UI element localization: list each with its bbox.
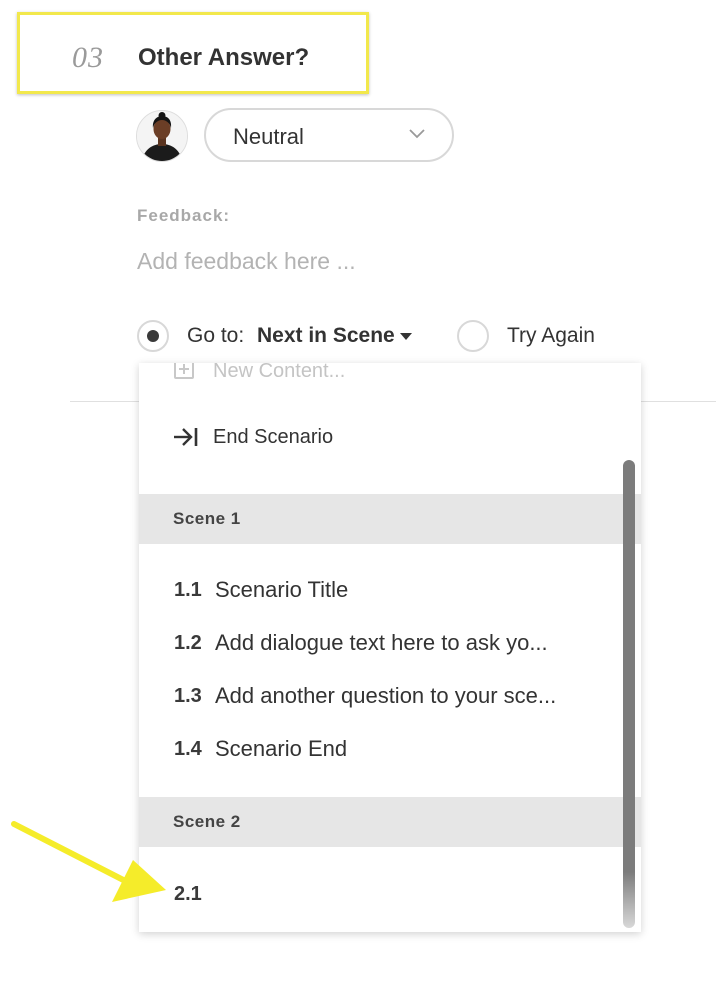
scene-header: Scene 2 [139,797,641,847]
question-title[interactable]: Other Answer? [138,44,309,72]
scene-item-number: 1.1 [174,579,202,601]
goto-label: Go to: [187,324,245,347]
scene-item[interactable]: 1.1 Scenario Title [139,568,619,608]
scene-item-number: 2.1 [174,883,202,905]
try-again-label[interactable]: Try Again [507,324,595,348]
caret-down-icon[interactable] [400,333,412,340]
scene-item-text: Add another question to your sce... [215,683,557,708]
annotation-arrow-icon [11,821,166,902]
scene-item-text: Add dialogue text here to ask yo... [215,630,548,655]
dropdown-scrollbar[interactable] [623,460,635,928]
question-header: 03 Other Answer? [17,12,369,94]
character-avatar[interactable] [136,110,188,162]
scene-header: Scene 1 [139,494,641,544]
goto-target-select[interactable]: Next in Scene [257,324,395,348]
new-content-label: New Content... [213,363,346,382]
feedback-input[interactable] [137,245,637,277]
feedback-label: Feedback: [137,206,231,225]
emotion-select-value: Neutral [233,124,304,149]
arrow-to-end-icon [174,428,198,446]
scene-item-number: 1.3 [174,685,202,707]
end-scenario-label: End Scenario [213,426,334,448]
scene-item-text: Scenario Title [215,577,349,602]
question-number: 03 [72,41,104,74]
scene-item-number: 1.4 [174,738,202,760]
scene-item-number: 1.2 [174,632,202,654]
try-again-radio[interactable] [457,320,489,352]
scene-item[interactable]: 1.2 Add dialogue text here to ask yo... [139,621,619,661]
chevron-down-icon [409,129,425,139]
scene-label: Scene 1 [173,509,241,528]
scene-item[interactable]: 1.4 Scenario End [139,727,619,767]
scene-item[interactable]: 1.3 Add another question to your sce... [139,674,619,714]
goto-radio[interactable] [137,320,169,352]
emotion-select[interactable]: Neutral [204,108,454,162]
scene-label: Scene 2 [173,812,241,831]
scrollbar-thumb[interactable] [623,460,635,928]
goto-dropdown-menu: New Content... End Scenario Scene 1 1.1 … [139,363,641,932]
scene-item-text: Scenario End [215,736,348,761]
add-box-icon [174,363,194,379]
avatar-portrait-icon [137,111,187,161]
scene-item[interactable]: 2.1 [139,872,619,912]
